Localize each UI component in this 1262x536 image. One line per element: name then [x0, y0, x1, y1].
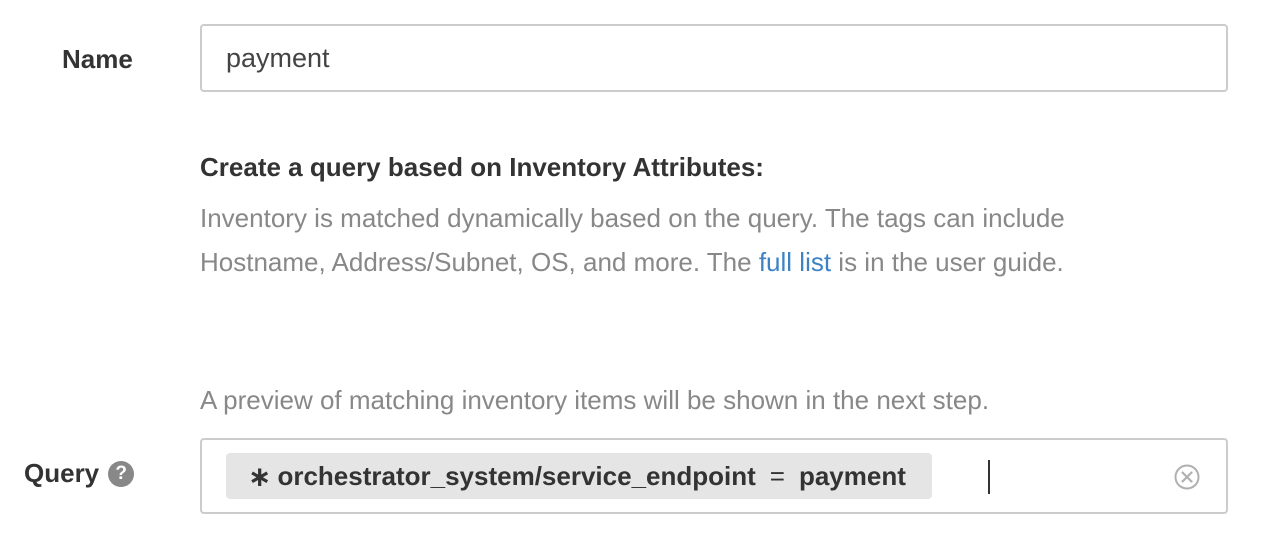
name-label: Name	[62, 44, 133, 74]
query-help-heading: Create a query based on Inventory Attrib…	[200, 152, 764, 182]
chip-value: payment	[798, 460, 906, 491]
query-input[interactable]: ∗ orchestrator_system/service_endpoint =…	[200, 438, 1228, 514]
chip-key: orchestrator_system/service_endpoint	[277, 460, 756, 491]
preview-note: A preview of matching inventory items wi…	[200, 385, 990, 415]
query-help-section: Create a query based on Inventory Attrib…	[200, 150, 1120, 284]
query-filter-chip[interactable]: ∗ orchestrator_system/service_endpoint =…	[226, 453, 932, 499]
chip-operator: =	[769, 460, 785, 491]
full-list-link[interactable]: full list	[759, 247, 831, 277]
name-input[interactable]	[200, 24, 1228, 92]
query-help-text: Inventory is matched dynamically based o…	[200, 196, 1120, 284]
clear-circle-x-icon[interactable]	[1174, 464, 1200, 490]
query-label-text: Query	[24, 458, 100, 488]
asterisk-icon: ∗	[248, 460, 272, 492]
query-label: Query ?	[24, 458, 135, 489]
question-circle-icon[interactable]: ?	[108, 460, 135, 487]
text-cursor	[988, 460, 990, 494]
help-text-part: is in the user guide.	[831, 247, 1064, 277]
